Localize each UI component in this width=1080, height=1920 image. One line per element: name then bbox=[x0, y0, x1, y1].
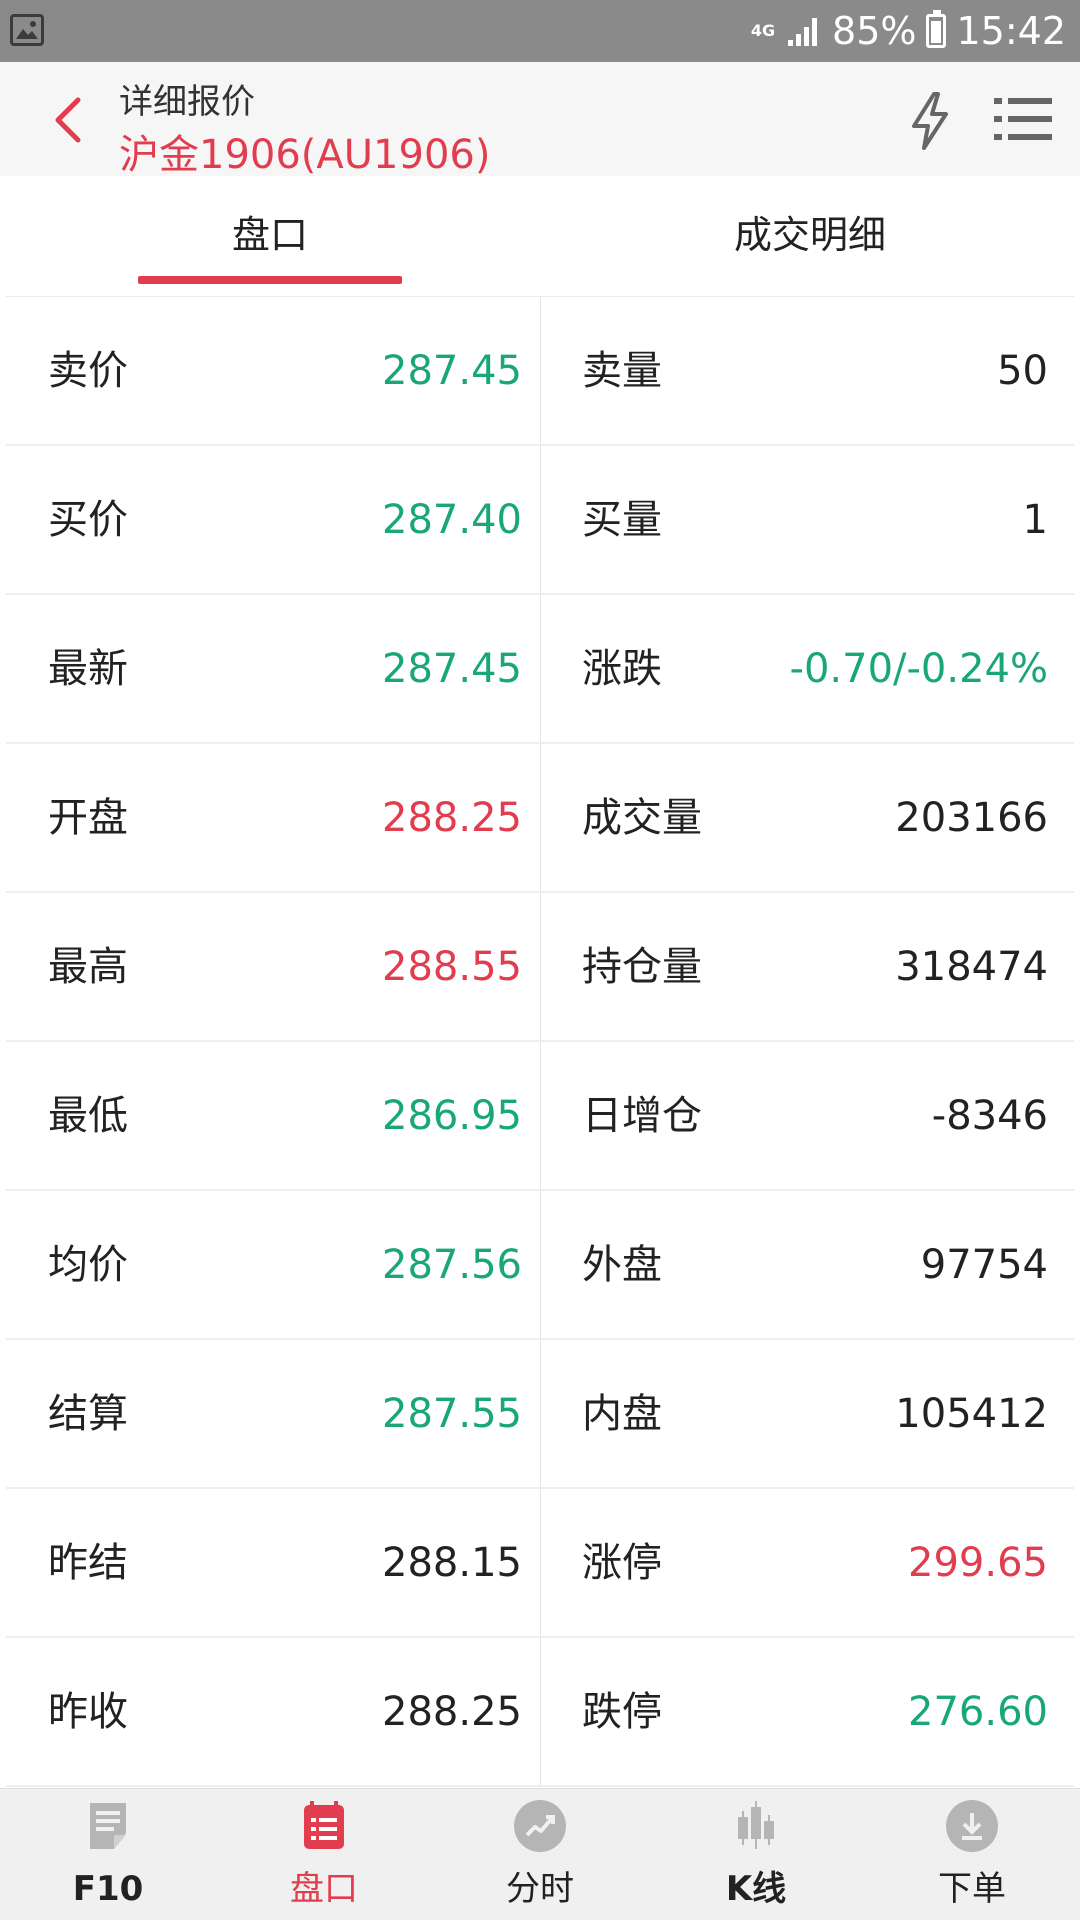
quote-row: 均价 287.56 外盘 97754 bbox=[6, 1191, 1074, 1340]
right-label: 涨跌 bbox=[582, 646, 662, 692]
menu-button[interactable] bbox=[992, 92, 1054, 146]
nav-f10[interactable]: F10 bbox=[0, 1789, 216, 1920]
right-value: 318474 bbox=[895, 944, 1048, 990]
image-notification-icon bbox=[10, 14, 44, 46]
right-value: 105412 bbox=[895, 1391, 1048, 1437]
menu-list-icon bbox=[994, 98, 1052, 140]
nav-label: 分时 bbox=[506, 1869, 574, 1909]
right-label: 日增仓 bbox=[582, 1093, 702, 1139]
app-header: 详细报价 沪金1906(AU1906) bbox=[0, 62, 1080, 178]
right-label: 涨停 bbox=[582, 1540, 662, 1586]
right-value: 1 bbox=[1022, 497, 1048, 543]
left-label: 结算 bbox=[48, 1391, 128, 1437]
page-title: 详细报价 bbox=[119, 82, 255, 122]
left-value: 287.55 bbox=[382, 1391, 522, 1437]
battery-percent: 85% bbox=[832, 9, 917, 53]
document-icon bbox=[90, 1803, 126, 1849]
left-label: 均价 bbox=[48, 1242, 128, 1288]
download-icon bbox=[946, 1800, 998, 1852]
left-label: 昨结 bbox=[48, 1540, 128, 1586]
left-value: 287.45 bbox=[382, 348, 522, 394]
list-icon bbox=[304, 1801, 344, 1849]
instrument-name: 沪金1906(AU1906) bbox=[119, 132, 491, 178]
network-type: 4G bbox=[750, 21, 776, 40]
right-label: 买量 bbox=[582, 497, 662, 543]
right-value: 97754 bbox=[920, 1242, 1048, 1288]
tab-trade-details[interactable]: 成交明细 bbox=[540, 176, 1080, 296]
right-value: 203166 bbox=[895, 795, 1048, 841]
left-label: 卖价 bbox=[48, 348, 128, 394]
right-value: -8346 bbox=[931, 1093, 1048, 1139]
right-label: 成交量 bbox=[582, 795, 702, 841]
signal-icon bbox=[786, 14, 822, 48]
quote-row: 最高 288.55 持仓量 318474 bbox=[6, 893, 1074, 1042]
right-label: 内盘 bbox=[582, 1391, 662, 1437]
left-label: 最高 bbox=[48, 944, 128, 990]
left-value: 286.95 bbox=[382, 1093, 522, 1139]
left-value: 287.40 bbox=[382, 497, 522, 543]
nav-label: 下单 bbox=[938, 1869, 1006, 1909]
right-value: 299.65 bbox=[908, 1540, 1048, 1586]
right-label: 持仓量 bbox=[582, 944, 702, 990]
clock: 15:42 bbox=[956, 9, 1066, 53]
nav-order-book[interactable]: 盘口 bbox=[216, 1789, 432, 1920]
tab-bar: 盘口 成交明细 bbox=[0, 176, 1080, 297]
quote-row: 最低 286.95 日增仓 -8346 bbox=[6, 1042, 1074, 1191]
quote-row: 最新 287.45 涨跌 -0.70/-0.24% bbox=[6, 595, 1074, 744]
nav-label: 盘口 bbox=[290, 1869, 358, 1909]
nav-kline[interactable]: K线 bbox=[648, 1789, 864, 1920]
quote-grid: 卖价 287.45 卖量 50 买价 287.40 买量 1 最新 287.45 涨跌 -0.70/-… bbox=[6, 297, 1074, 1787]
chevron-left-icon bbox=[55, 97, 81, 143]
quote-row: 结算 287.55 内盘 105412 bbox=[6, 1340, 1074, 1489]
flash-button[interactable] bbox=[902, 90, 958, 152]
active-tab-indicator bbox=[138, 276, 402, 284]
status-bar: 4G 85% 15:42 bbox=[0, 0, 1080, 62]
left-label: 最新 bbox=[48, 646, 128, 692]
nav-label: F10 bbox=[72, 1869, 144, 1909]
left-label: 最低 bbox=[48, 1093, 128, 1139]
right-label: 跌停 bbox=[582, 1689, 662, 1735]
quote-row: 开盘 288.25 成交量 203166 bbox=[6, 744, 1074, 893]
left-value: 288.55 bbox=[382, 944, 522, 990]
left-value: 287.45 bbox=[382, 646, 522, 692]
candlestick-icon bbox=[738, 1801, 774, 1849]
left-value: 287.56 bbox=[382, 1242, 522, 1288]
bottom-nav: F10 盘口 分时 K线 下单 bbox=[0, 1788, 1080, 1920]
left-label: 买价 bbox=[48, 497, 128, 543]
right-label: 卖量 bbox=[582, 348, 662, 394]
quote-row: 卖价 287.45 卖量 50 bbox=[6, 297, 1074, 446]
left-value: 288.15 bbox=[382, 1540, 522, 1586]
left-value: 288.25 bbox=[382, 795, 522, 841]
nav-intraday[interactable]: 分时 bbox=[432, 1789, 648, 1920]
trend-icon bbox=[514, 1800, 566, 1852]
lightning-icon bbox=[912, 92, 948, 150]
nav-place-order[interactable]: 下单 bbox=[864, 1789, 1080, 1920]
left-label: 昨收 bbox=[48, 1689, 128, 1735]
nav-label: K线 bbox=[725, 1869, 787, 1909]
back-button[interactable] bbox=[46, 92, 96, 148]
left-label: 开盘 bbox=[48, 795, 128, 841]
right-value: 276.60 bbox=[908, 1689, 1048, 1735]
right-value: -0.70/-0.24% bbox=[789, 646, 1048, 692]
quote-row: 买价 287.40 买量 1 bbox=[6, 446, 1074, 595]
left-value: 288.25 bbox=[382, 1689, 522, 1735]
battery-icon bbox=[926, 10, 947, 48]
quote-row: 昨收 288.25 跌停 276.60 bbox=[6, 1638, 1074, 1787]
quote-row: 昨结 288.15 涨停 299.65 bbox=[6, 1489, 1074, 1638]
right-value: 50 bbox=[997, 348, 1048, 394]
right-label: 外盘 bbox=[582, 1242, 662, 1288]
